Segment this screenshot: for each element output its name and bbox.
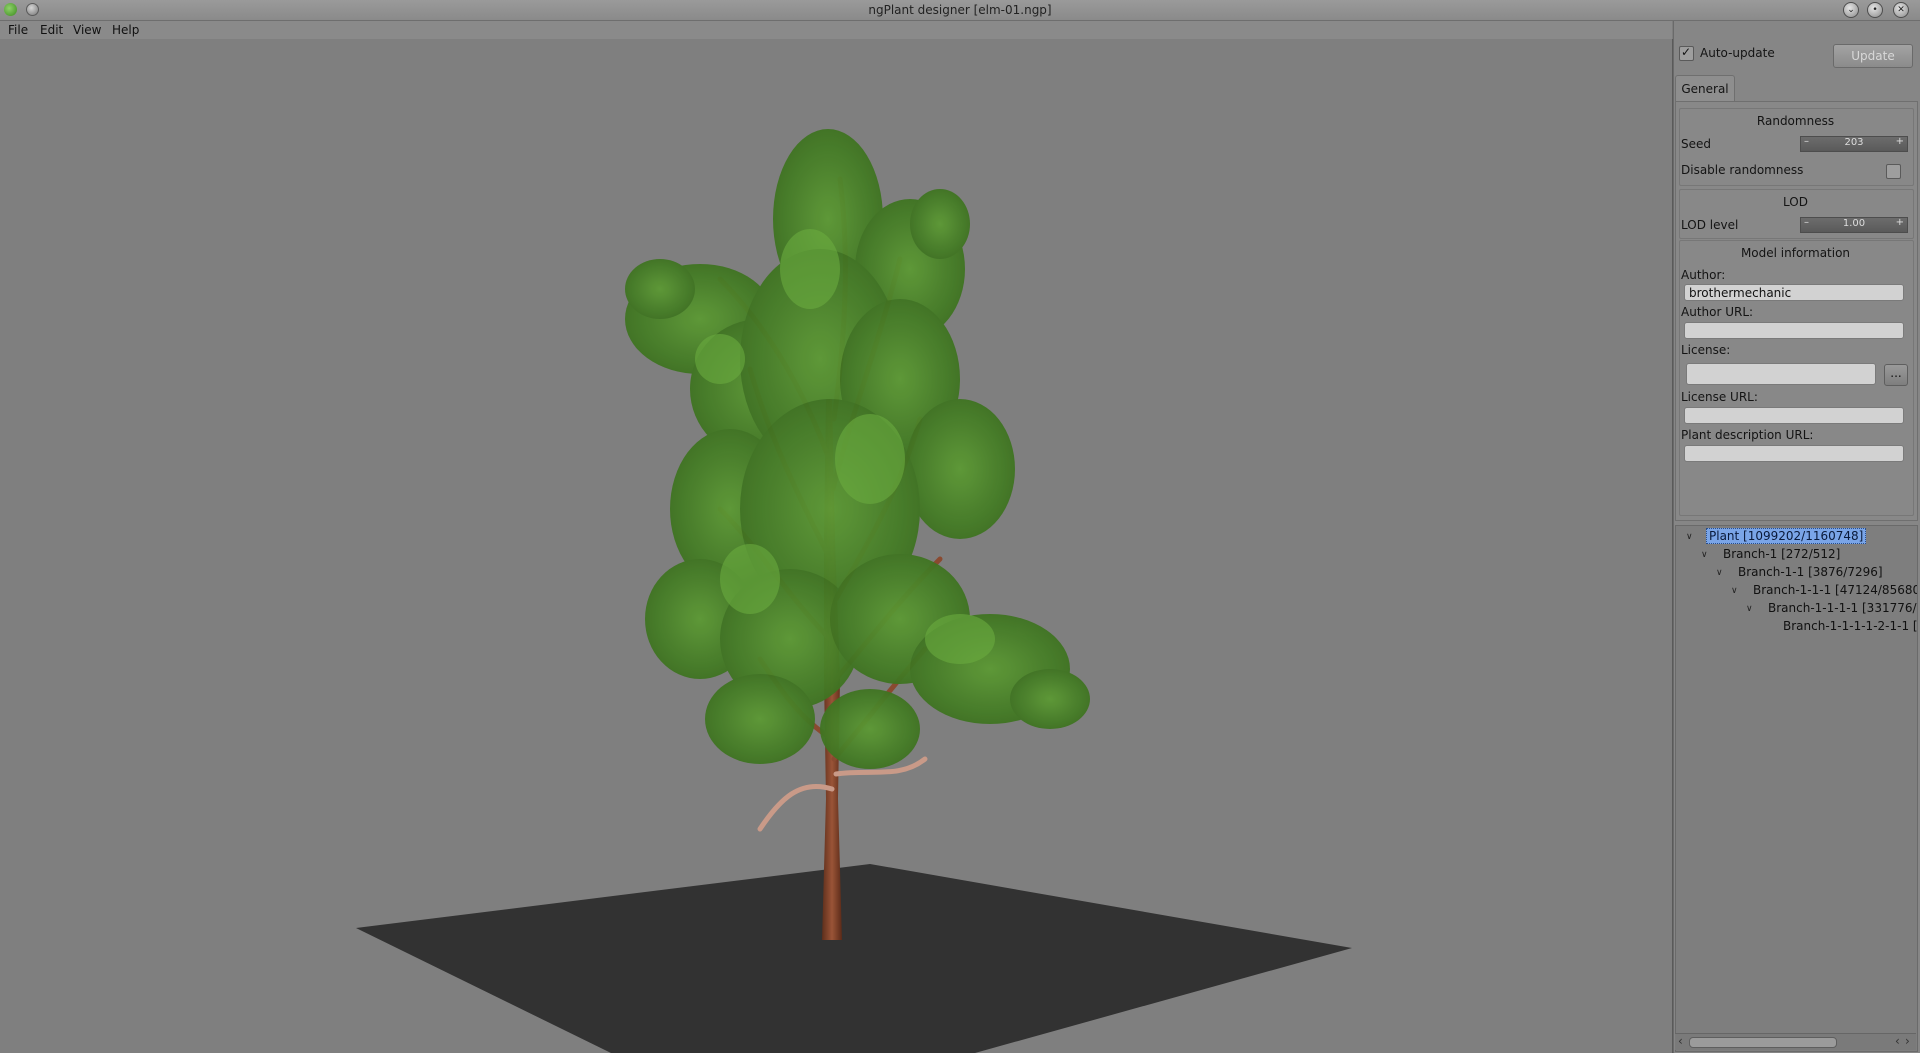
- ground-plane: [356, 864, 1352, 1053]
- menu-edit[interactable]: Edit: [40, 23, 63, 37]
- tree-item-branch-1-1-1-1[interactable]: Branch-1-1-1-1 [331776/58: [1768, 601, 1917, 615]
- seed-value: 203: [1844, 137, 1864, 148]
- lod-level-spinbox[interactable]: – 1.00 +: [1800, 217, 1908, 233]
- tab-general[interactable]: General: [1675, 75, 1735, 102]
- author-input[interactable]: brothermechanic: [1684, 284, 1904, 301]
- 3d-viewport[interactable]: [0, 39, 1673, 1053]
- license-input[interactable]: [1686, 363, 1876, 385]
- title-bar: ngPlant designer [elm-01.ngp] ⌄ • ✕: [0, 0, 1920, 21]
- branch-tree-view[interactable]: ∨ Plant [1099202/1160748] ∨ Branch-1 [27…: [1675, 525, 1918, 1052]
- auto-update-checkbox[interactable]: ✓: [1679, 45, 1694, 61]
- window-title: ngPlant designer [elm-01.ngp]: [868, 3, 1052, 17]
- license-label: License:: [1681, 343, 1731, 357]
- seed-increment[interactable]: +: [1896, 136, 1904, 147]
- tree-item-plant[interactable]: Plant [1099202/1160748]: [1706, 528, 1867, 544]
- author-url-input[interactable]: [1684, 322, 1904, 339]
- randomness-title: Randomness: [1756, 114, 1835, 128]
- check-icon: ✓: [1681, 45, 1692, 59]
- seed-label: Seed: [1681, 137, 1711, 151]
- tree-horizontal-scrollbar[interactable]: ‹ ‹ ›: [1675, 1033, 1916, 1050]
- plant-render: [356, 129, 1352, 1053]
- tree-item-branch-1-1-1[interactable]: Branch-1-1-1 [47124/85680]: [1753, 583, 1917, 597]
- license-url-input[interactable]: [1684, 407, 1904, 424]
- menu-view[interactable]: View: [73, 23, 101, 37]
- chevron-down-icon[interactable]: ∨: [1686, 532, 1693, 542]
- close-icon[interactable]: ✕: [1893, 2, 1909, 18]
- maximize-icon[interactable]: •: [1867, 2, 1883, 18]
- lod-title: LOD: [1783, 195, 1808, 209]
- scroll-right-icon[interactable]: ›: [1905, 1034, 1910, 1048]
- plant-desc-url-label: Plant description URL:: [1681, 428, 1814, 442]
- tree-item-branch-1[interactable]: Branch-1 [272/512]: [1723, 547, 1840, 561]
- license-url-label: License URL:: [1681, 390, 1758, 404]
- auto-update-label: Auto-update: [1700, 46, 1775, 60]
- author-label: Author:: [1681, 268, 1726, 282]
- tree-item-branch-1-1-1-1-2-1-1[interactable]: Branch-1-1-1-1-2-1-1 [71: [1783, 619, 1917, 633]
- license-browse-button[interactable]: ...: [1884, 364, 1908, 386]
- menu-bar: File Edit View Help: [0, 21, 1672, 39]
- chevron-down-icon[interactable]: ∨: [1731, 586, 1738, 596]
- scroll-left-icon[interactable]: ‹: [1678, 1034, 1683, 1048]
- model-info-title: Model information: [1740, 246, 1851, 260]
- lod-level-value: 1.00: [1842, 218, 1866, 229]
- seed-spinbox[interactable]: – 203 +: [1800, 136, 1908, 152]
- plant-desc-url-input[interactable]: [1684, 445, 1904, 462]
- chevron-down-icon[interactable]: ∨: [1716, 568, 1723, 578]
- menu-help[interactable]: Help: [112, 23, 139, 37]
- tree-item-branch-1-1[interactable]: Branch-1-1 [3876/7296]: [1738, 565, 1883, 579]
- chevron-down-icon[interactable]: ∨: [1746, 604, 1753, 614]
- disable-randomness-checkbox[interactable]: [1886, 164, 1901, 179]
- menu-file[interactable]: File: [8, 23, 28, 37]
- lod-increment[interactable]: +: [1896, 217, 1904, 228]
- disable-randomness-label: Disable randomness: [1681, 163, 1804, 177]
- chevron-down-icon[interactable]: ∨: [1701, 550, 1708, 560]
- scrollbar-thumb[interactable]: [1689, 1037, 1837, 1048]
- update-button[interactable]: Update: [1833, 44, 1913, 68]
- tree-item-label: Plant [1099202/1160748]: [1706, 528, 1867, 544]
- author-url-label: Author URL:: [1681, 305, 1754, 319]
- lod-level-label: LOD level: [1681, 218, 1739, 232]
- scroll-left-icon[interactable]: ‹: [1895, 1034, 1900, 1048]
- minimize-icon[interactable]: ⌄: [1843, 2, 1859, 18]
